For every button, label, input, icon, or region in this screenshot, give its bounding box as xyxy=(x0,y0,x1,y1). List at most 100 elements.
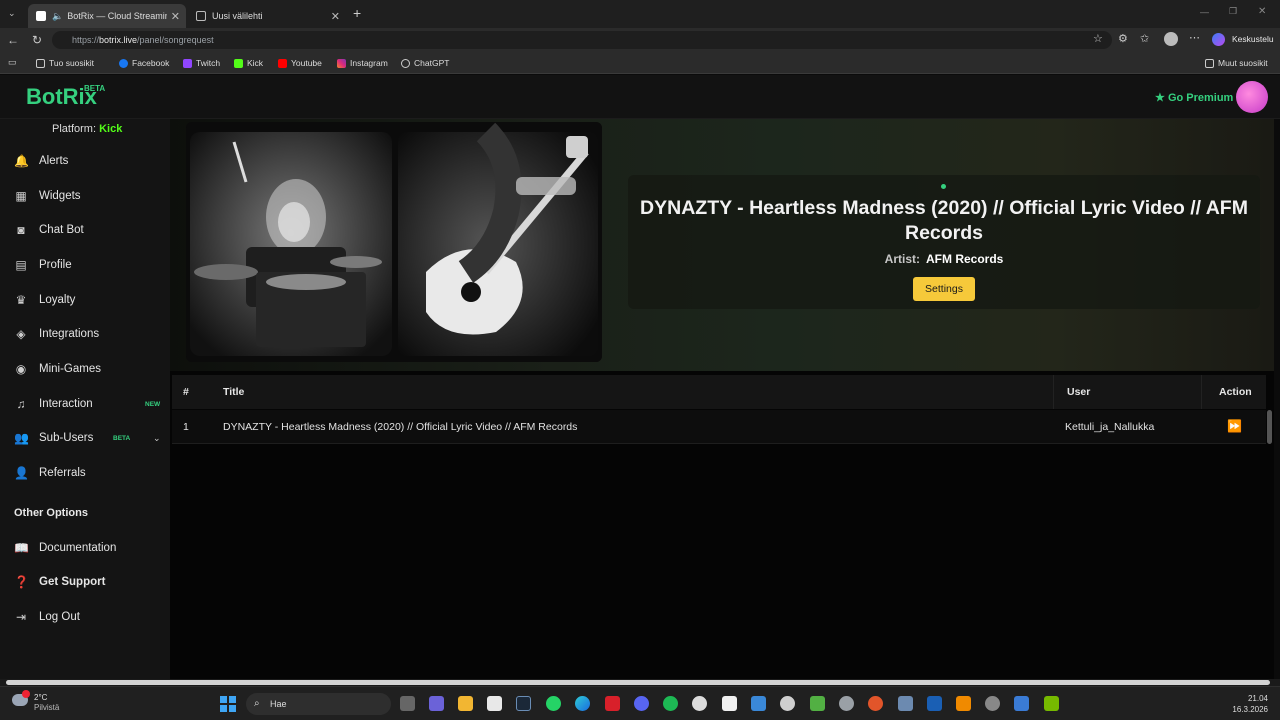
teams-icon[interactable] xyxy=(429,696,444,711)
url-field[interactable]: https://botrix.live/panel/songrequest xyxy=(52,31,1112,49)
back-arrow-icon[interactable]: ← xyxy=(6,33,20,47)
settings-button[interactable]: Settings xyxy=(913,277,975,301)
taskbar-search[interactable]: ⌕ Hae xyxy=(246,693,391,715)
sidebar-item-interaction[interactable]: ♫ Interaction NEW xyxy=(14,393,164,415)
file-explorer-icon[interactable] xyxy=(458,696,473,711)
sidebar-item-sub-users[interactable]: 👥 Sub-Users BETA ⌄ xyxy=(14,427,164,449)
live-indicator-dot xyxy=(941,184,946,189)
go-premium-link[interactable]: ★ Go Premium xyxy=(1155,91,1233,104)
table-row[interactable]: 1 DYNAZTY - Heartless Madness (2020) // … xyxy=(172,410,1266,444)
column-header-title[interactable]: Title xyxy=(223,386,244,398)
column-header-user[interactable]: User xyxy=(1067,386,1090,398)
tab-botrix[interactable]: 🔈 BotRix — Cloud Streaming Bot ✕ xyxy=(28,4,186,28)
spotify-icon[interactable] xyxy=(663,696,678,711)
bookmark-youtube[interactable]: Youtube xyxy=(278,58,322,68)
close-tab-icon[interactable]: ✕ xyxy=(171,10,180,23)
sidebar-item-profile[interactable]: ▤ Profile xyxy=(14,254,164,276)
scrollbar-thumb[interactable] xyxy=(6,680,1270,685)
url-path: /panel/songrequest xyxy=(137,35,214,45)
sidebar-item-integrations[interactable]: ◈ Integrations xyxy=(14,323,164,345)
sidebar-item-log-out[interactable]: ⇥ Log Out xyxy=(14,606,164,628)
horizontal-scrollbar[interactable] xyxy=(0,679,1280,686)
skip-forward-icon[interactable]: ⏩ xyxy=(1227,419,1242,433)
tab-title: Uusi välilehti xyxy=(212,11,263,21)
users-icon: 👥 xyxy=(14,431,29,445)
bookmark-other[interactable]: Muut suosikit xyxy=(1205,58,1268,68)
app-blue-red-icon[interactable] xyxy=(927,696,942,711)
facebook-icon xyxy=(119,58,128,68)
bookmark-kick[interactable]: Kick xyxy=(234,58,263,68)
settings-gear-icon[interactable] xyxy=(780,696,795,711)
video-thumbnail xyxy=(186,122,602,362)
sidebar-item-documentation[interactable]: 📖 Documentation xyxy=(14,537,164,559)
vlc-icon[interactable] xyxy=(956,696,971,711)
minimize-icon[interactable]: — xyxy=(1200,7,1209,17)
bookmark-chatgpt[interactable]: ChatGPT xyxy=(401,58,449,68)
more-menu-icon[interactable]: ⋯ xyxy=(1189,31,1200,44)
bookmark-facebook[interactable]: Facebook xyxy=(119,58,169,68)
sidebar-item-label: Alerts xyxy=(39,155,69,167)
premium-label: Go Premium xyxy=(1167,92,1234,104)
calculator-icon[interactable] xyxy=(487,696,502,711)
close-tab-icon[interactable]: ✕ xyxy=(331,10,340,23)
sidebar-item-loyalty[interactable]: ♛ Loyalty xyxy=(14,289,164,311)
g-hub-icon[interactable] xyxy=(692,696,707,711)
logo-beta-badge: BETA xyxy=(84,84,106,93)
app-circle-icon[interactable] xyxy=(839,696,854,711)
tab-new[interactable]: Uusi välilehti ✕ xyxy=(188,4,346,28)
maximize-icon[interactable]: ❐ xyxy=(1229,6,1237,17)
sidebar-item-alerts[interactable]: 🔔 Alerts xyxy=(14,150,164,172)
cubes-icon: ◈ xyxy=(16,327,26,341)
artist-value: AFM Records xyxy=(926,252,1004,266)
trophy-icon: ♛ xyxy=(15,293,27,307)
steam-icon[interactable] xyxy=(516,696,531,711)
notepad-icon[interactable] xyxy=(722,696,737,711)
start-windows-icon[interactable] xyxy=(220,696,236,712)
xbox-icon[interactable] xyxy=(810,696,825,711)
app-gear-icon[interactable] xyxy=(898,696,913,711)
app-window-icon[interactable] xyxy=(1014,696,1029,711)
edge-icon[interactable] xyxy=(575,696,590,711)
profile-avatar-icon[interactable] xyxy=(1164,32,1178,46)
system-clock[interactable]: 21.04 16.3.2026 xyxy=(1226,693,1268,715)
lg-app-icon[interactable] xyxy=(605,696,620,711)
bookmark-twitch[interactable]: Twitch xyxy=(183,58,220,68)
favorite-star-icon[interactable]: ☆ xyxy=(1093,32,1103,45)
origin-icon[interactable] xyxy=(868,696,883,711)
bookmark-instagram[interactable]: Instagram xyxy=(337,58,388,68)
sidebar-item-referrals[interactable]: 👤 Referrals xyxy=(14,462,164,484)
copilot-label[interactable]: Keskustelu xyxy=(1232,34,1274,44)
app-gear-alert-icon[interactable] xyxy=(985,696,1000,711)
nvidia-icon[interactable] xyxy=(1044,696,1059,711)
sidebar-item-chat-bot[interactable]: ◙ Chat Bot xyxy=(14,219,164,241)
task-view-icon[interactable] xyxy=(400,696,415,711)
search-icon: ⌕ xyxy=(254,698,260,709)
vertical-scrollbar[interactable] xyxy=(1267,410,1272,444)
reload-icon[interactable]: ↻ xyxy=(30,33,44,47)
discord-icon[interactable] xyxy=(634,696,649,711)
mail-icon[interactable] xyxy=(751,696,766,711)
platform-value: Kick xyxy=(99,123,123,135)
weather-condition: Pilvistä xyxy=(34,703,60,712)
copilot-icon[interactable] xyxy=(1212,33,1225,46)
bell-icon: 🔔 xyxy=(14,154,29,168)
sidebar-item-label: Log Out xyxy=(39,611,80,623)
sidebar-item-label: Mini-Games xyxy=(39,363,101,375)
whatsapp-icon[interactable] xyxy=(546,696,561,711)
new-tab-plus-icon[interactable]: + xyxy=(353,5,361,21)
close-window-icon[interactable]: ✕ xyxy=(1258,6,1266,17)
sidebar-item-mini-games[interactable]: ◉ Mini-Games xyxy=(14,358,164,380)
gamepad-icon: ◉ xyxy=(15,362,27,376)
instagram-icon xyxy=(337,58,346,68)
sidebar-item-widgets[interactable]: ▦ Widgets xyxy=(14,185,164,207)
user-avatar[interactable] xyxy=(1236,81,1268,113)
extensions-icon[interactable]: ⚙ xyxy=(1118,32,1128,45)
sidebar-toggle-icon[interactable]: ▭ xyxy=(8,57,17,68)
tab-list-chevron-icon[interactable]: ⌄ xyxy=(8,8,16,19)
platform-indicator: Platform: Kick xyxy=(52,123,122,135)
robot-icon: ◙ xyxy=(17,223,25,237)
chevron-down-icon[interactable]: ⌄ xyxy=(153,433,161,444)
sidebar-item-get-support[interactable]: ❓ Get Support xyxy=(14,571,164,593)
bookmark-import[interactable]: Tuo suosikit xyxy=(36,58,94,68)
favorites-list-icon[interactable]: ✩ xyxy=(1140,32,1149,45)
